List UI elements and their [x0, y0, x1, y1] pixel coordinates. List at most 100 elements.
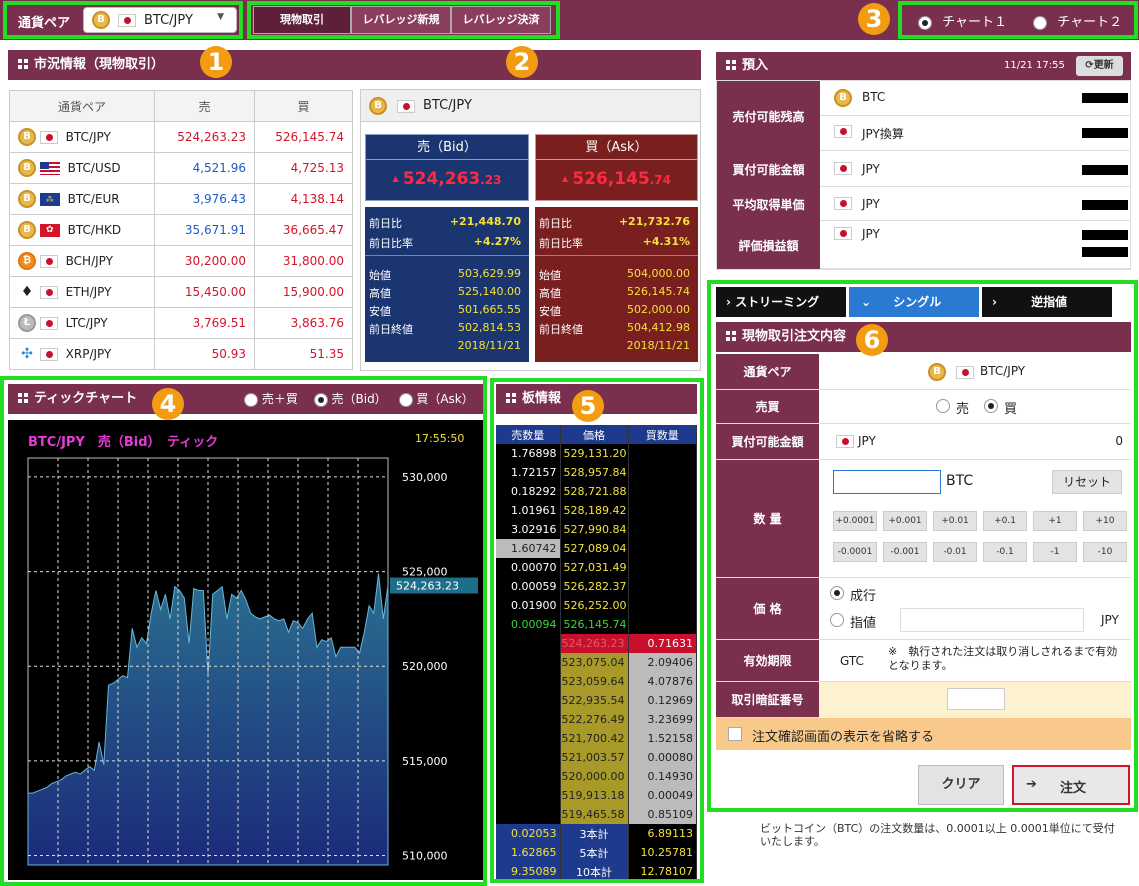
tab-spot[interactable]: 現物取引	[253, 6, 351, 34]
chart2-radio[interactable]	[1033, 15, 1048, 30]
qty-minus-button[interactable]: -0.1	[983, 542, 1027, 562]
market-row[interactable]: Ł LTC/JPY 3,769.51 3,863.76	[9, 307, 353, 339]
market-sell[interactable]: 524,263.23	[154, 121, 255, 153]
tab-single[interactable]: ⌄ シングル	[849, 287, 979, 317]
market-buy[interactable]: 4,725.13	[254, 152, 353, 184]
ob-bid-row[interactable]: 521,003.57 0.00080	[496, 748, 697, 767]
market-buy[interactable]: 36,665.47	[254, 214, 353, 246]
market-pair: BTC/USD	[67, 160, 121, 175]
limit-radio[interactable]	[830, 613, 844, 627]
stat-label: 前日終値	[369, 323, 413, 336]
ob-bid-row[interactable]: 522,935.54 0.12969	[496, 691, 697, 710]
row-pin: 取引暗証番号	[716, 682, 1131, 718]
ob-ask-row[interactable]: 3.02916 527,990.84	[496, 520, 697, 539]
ob-ask-row[interactable]: 0.01900 526,252.00	[496, 596, 697, 615]
market-buy[interactable]: 51.35	[254, 338, 353, 370]
market-row[interactable]: B BTC/USD 4,521.96 4,725.13	[9, 152, 353, 184]
sell-radio[interactable]	[936, 399, 950, 413]
ob-ask-row[interactable]: 1.60742 527,089.04	[496, 539, 697, 558]
tab-leverage-close[interactable]: レバレッジ決済	[451, 6, 551, 34]
qty-minus-button[interactable]: -0.001	[883, 542, 927, 562]
ob-ask-row[interactable]: 0.00094 526,145.74	[496, 615, 697, 634]
japan-flag-icon	[39, 130, 58, 144]
minus-buttons: -0.0001 -0.001 -0.01 -0.1 -1 -10	[833, 542, 1133, 562]
submit-order-button[interactable]: ➔ 注文	[1012, 765, 1130, 805]
ob-ask-row[interactable]: 0.18292 528,721.88	[496, 482, 697, 501]
pair-select[interactable]: B BTC/JPY ▼	[83, 7, 237, 33]
market-row[interactable]: B ✿ BTC/HKD 35,671.91 36,665.47	[9, 214, 353, 246]
market-header-pair: 通貨ペア	[9, 90, 155, 122]
ob-bid-row[interactable]: 523,075.04 2.09406	[496, 653, 697, 672]
tab-leverage-new[interactable]: レバレッジ新規	[351, 6, 451, 34]
market-sell[interactable]: 35,671.91	[154, 214, 255, 246]
limit-price-input[interactable]	[900, 608, 1084, 632]
ob-ask-row[interactable]: 1.76898 529,131.20	[496, 444, 697, 463]
ob-bid-row[interactable]: 519,913.18 0.00049	[496, 786, 697, 805]
ob-bid-row[interactable]: 520,000.00 0.14930	[496, 767, 697, 786]
hk-flag-icon: ✿	[39, 223, 60, 237]
radio-bid[interactable]	[313, 392, 328, 407]
qty-plus-button[interactable]: +0.001	[883, 511, 927, 531]
market-row[interactable]: B ⁂ BTC/EUR 3,976.43 4,138.14	[9, 183, 353, 215]
market-buy[interactable]: 4,138.14	[254, 183, 353, 215]
qty-plus-button[interactable]: +0.0001	[833, 511, 877, 531]
chevron-right-icon: ›	[726, 295, 731, 309]
radio-both[interactable]	[244, 392, 258, 407]
skip-confirm-checkbox[interactable]	[728, 727, 742, 741]
badge-4: 4	[152, 388, 184, 420]
market-buy[interactable]: 31,800.00	[254, 245, 353, 277]
ask-button[interactable]: 買（Ask） ▲ 526,145.74	[535, 134, 698, 201]
market-buy[interactable]: 3,863.76	[254, 307, 353, 339]
label-expiry: 有効期限	[716, 640, 819, 681]
ob-ask-row[interactable]: 0.00070 527,031.49	[496, 558, 697, 577]
qty-plus-button[interactable]: +0.01	[933, 511, 977, 531]
ob-bid-price: 520,000.00	[560, 767, 629, 786]
qty-plus-button[interactable]: +1	[1033, 511, 1077, 531]
qty-minus-button[interactable]: -0.01	[933, 542, 977, 562]
market-sell[interactable]: 3,976.43	[154, 183, 255, 215]
market-radio[interactable]	[830, 586, 844, 600]
qty-minus-button[interactable]: -10	[1083, 542, 1127, 562]
market-sell[interactable]: 3,769.51	[154, 307, 255, 339]
ob-bid-row[interactable]: 519,465.58 0.85109	[496, 805, 697, 824]
tab-streaming[interactable]: › ストリーミング	[716, 287, 846, 317]
radio-ask[interactable]	[398, 392, 413, 407]
clear-button[interactable]: クリア	[918, 765, 1004, 805]
deposit-item: JPY	[820, 160, 1130, 180]
stat-value: 502,000.00	[627, 303, 690, 316]
label-quantity: 数 量	[716, 460, 819, 577]
badge-2: 2	[506, 46, 538, 78]
qty-plus-button[interactable]: +0.1	[983, 511, 1027, 531]
reset-button[interactable]: リセット	[1052, 470, 1122, 494]
market-row[interactable]: ♦ ETH/JPY 15,450.00 15,900.00	[9, 276, 353, 308]
bid-button[interactable]: 売（Bid） ▲ 524,263.23	[365, 134, 529, 201]
ob-ask-row[interactable]: 1.72157 528,957.84	[496, 463, 697, 482]
chart1-radio[interactable]	[918, 15, 932, 30]
ob-ask-row[interactable]: 1.01961 528,189.42	[496, 501, 697, 520]
market-row[interactable]: ₿ BCH/JPY 30,200.00 31,800.00	[9, 245, 353, 277]
ob-ask-row[interactable]: 0.00059 526,282.37	[496, 577, 697, 596]
qty-minus-button[interactable]: -1	[1033, 542, 1077, 562]
market-sell[interactable]: 15,450.00	[154, 276, 255, 308]
ob-ask-empty	[628, 615, 697, 634]
market-sell[interactable]: 50.93	[154, 338, 255, 370]
market-sell[interactable]: 4,521.96	[154, 152, 255, 184]
qty-plus-button[interactable]: +10	[1083, 511, 1127, 531]
refresh-button[interactable]: ⟳更新	[1076, 56, 1123, 76]
ob-bid-row[interactable]: 521,700.42 1.52158	[496, 729, 697, 748]
buy-radio[interactable]	[984, 399, 998, 413]
quantity-input[interactable]	[833, 470, 941, 494]
ob-bid-row[interactable]: 524,263.23 0.71631	[496, 634, 697, 653]
qty-minus-button[interactable]: -0.0001	[833, 542, 877, 562]
market-row[interactable]: B BTC/JPY 524,263.23 526,145.74	[9, 121, 353, 153]
market-buy[interactable]: 526,145.74	[254, 121, 353, 153]
tab-stop[interactable]: › 逆指値	[982, 287, 1112, 317]
pin-input[interactable]	[947, 688, 1005, 710]
stat-label: 前日比	[369, 217, 402, 230]
ob-bid-row[interactable]: 522,276.49 3.23699	[496, 710, 697, 729]
ob-bid-row[interactable]: 523,059.64 4.07876	[496, 672, 697, 691]
market-sell[interactable]: 30,200.00	[154, 245, 255, 277]
market-buy[interactable]: 15,900.00	[254, 276, 353, 308]
market-row[interactable]: ✣ XRP/JPY 50.93 51.35	[9, 338, 353, 370]
arrow-right-icon: ➔	[1026, 777, 1037, 792]
